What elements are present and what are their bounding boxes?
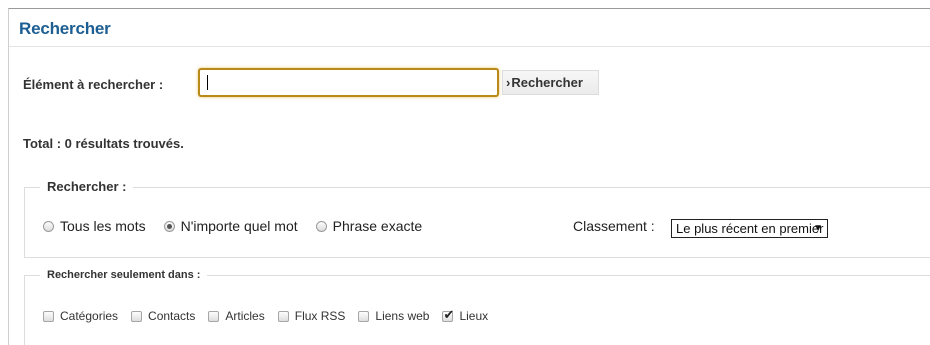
order-select-value: Le plus récent en premier bbox=[676, 221, 824, 236]
order-label: Classement : bbox=[573, 218, 655, 234]
search-input-wrapper[interactable] bbox=[198, 68, 499, 97]
search-button[interactable]: ›Rechercher bbox=[502, 70, 599, 95]
checkbox-label: Contacts bbox=[148, 309, 196, 323]
checkbox-label: Liens web bbox=[375, 309, 430, 323]
checkbox[interactable] bbox=[131, 310, 143, 322]
radio-label: Phrase exacte bbox=[332, 218, 423, 234]
checkbox-articles[interactable]: Articles bbox=[208, 309, 265, 323]
radio-button[interactable] bbox=[315, 220, 327, 232]
search-areas-fieldset: Rechercher seulement dans : Catégories C… bbox=[24, 269, 930, 345]
results-total: Total : 0 résultats trouvés. bbox=[23, 136, 184, 151]
radio-button-selected[interactable] bbox=[163, 220, 175, 232]
search-areas-legend: Rechercher seulement dans : bbox=[40, 269, 208, 281]
checkbox-categories[interactable]: Catégories bbox=[43, 309, 118, 323]
checkbox-places[interactable]: Lieux bbox=[442, 307, 489, 323]
checkbox[interactable] bbox=[208, 310, 220, 322]
radio-button[interactable] bbox=[43, 220, 54, 232]
radio-label: N'importe quel mot bbox=[180, 218, 298, 234]
radio-any-word[interactable]: N'importe quel mot bbox=[163, 218, 298, 234]
checkbox-rss-feeds[interactable]: Flux RSS bbox=[277, 309, 346, 323]
search-options-legend: Rechercher : bbox=[40, 179, 134, 194]
radio-exact-phrase[interactable]: Phrase exacte bbox=[315, 218, 423, 234]
checkbox-checked[interactable] bbox=[442, 307, 454, 323]
radio-label: Tous les mots bbox=[60, 218, 146, 234]
checkbox-web-links[interactable]: Liens web bbox=[358, 309, 429, 323]
search-component: Rechercher Élément à rechercher : ›Reche… bbox=[8, 8, 930, 345]
search-input[interactable] bbox=[200, 70, 497, 95]
checkbox[interactable] bbox=[43, 310, 54, 322]
checkbox-label: Catégories bbox=[60, 309, 119, 323]
search-options-fieldset: Rechercher : Tous les mots N'importe que… bbox=[24, 179, 930, 258]
checkbox[interactable] bbox=[358, 310, 370, 322]
chevron-right-icon: › bbox=[506, 75, 511, 90]
checkbox-label: Articles bbox=[225, 309, 265, 323]
checkbox-contacts[interactable]: Contacts bbox=[131, 309, 195, 323]
search-label: Élément à rechercher : bbox=[23, 77, 164, 92]
text-caret bbox=[207, 75, 208, 90]
match-type-group: Tous les mots N'importe quel mot Phrase … bbox=[43, 218, 440, 234]
checkbox-label: Lieux bbox=[459, 309, 489, 323]
checkbox[interactable] bbox=[277, 310, 289, 322]
search-button-label: Rechercher bbox=[511, 75, 583, 90]
order-select[interactable]: Le plus récent en premier ▼ bbox=[671, 219, 828, 238]
search-areas-group: Catégories Contacts Articles Flux RSS Li… bbox=[43, 307, 501, 323]
dropdown-arrow-icon: ▼ bbox=[813, 223, 823, 234]
checkbox-label: Flux RSS bbox=[294, 309, 346, 323]
title-divider bbox=[9, 46, 930, 47]
page-title: Rechercher bbox=[19, 19, 111, 38]
radio-all-words[interactable]: Tous les mots bbox=[43, 218, 146, 234]
